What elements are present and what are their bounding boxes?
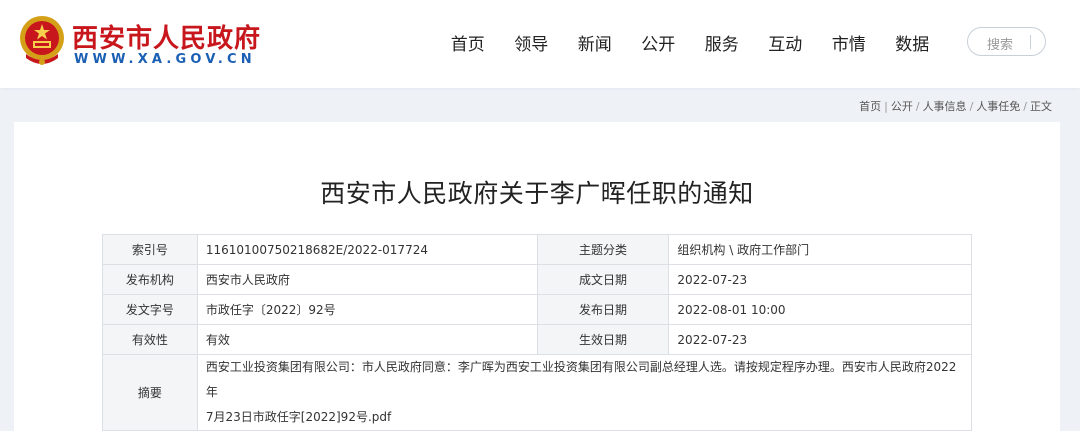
search-divider: [1030, 35, 1031, 49]
nav-item-data[interactable]: 数据: [881, 30, 945, 55]
written-date-value: 2022-07-23: [668, 264, 972, 295]
abstract-attachment-link[interactable]: 7月23日市政任字[2022]92号.pdf: [206, 405, 963, 430]
site-name[interactable]: 西安市人民政府: [72, 18, 261, 55]
nav-item-public[interactable]: 公开: [627, 30, 691, 55]
index-value: 11610100750218682E/2022-017724: [196, 234, 538, 265]
topic-label: 主题分类: [536, 234, 670, 265]
search-placeholder: 搜索: [987, 38, 1014, 53]
article-title: 西安市人民政府关于李广晖任职的通知: [320, 179, 754, 208]
validity-value: 有效: [196, 324, 538, 355]
doc-number-label: 发文字号: [102, 294, 198, 325]
search-input[interactable]: 搜索: [967, 27, 1046, 56]
table-row: 摘要 西安工业投资集团有限公司：市人民政府同意：李广晖为西安工业投资集团有限公司…: [102, 354, 973, 431]
nav-item-home[interactable]: 首页: [436, 30, 500, 55]
abstract-value: 西安工业投资集团有限公司：市人民政府同意：李广晖为西安工业投资集团有限公司副总经…: [196, 354, 973, 431]
nav-item-news[interactable]: 新闻: [563, 30, 627, 55]
table-row: 发文字号 市政任字〔2022〕92号 发布日期 2022-08-01 10:00: [102, 294, 972, 325]
breadcrumb-personnel-info[interactable]: 人事信息: [923, 100, 967, 113]
article-panel: 西安市人民政府关于李广晖任职的通知 索引号 11610100750218682E…: [14, 122, 1060, 431]
abstract-line-1: 西安工业投资集团有限公司：市人民政府同意：李广晖为西安工业投资集团有限公司副总经…: [205, 360, 957, 399]
table-row: 发布机构 西安市人民政府 成文日期 2022-07-23: [102, 264, 972, 295]
table-row: 有效性 有效 生效日期 2022-07-23: [102, 324, 972, 355]
document-metadata-table: 索引号 11610100750218682E/2022-017724 主题分类 …: [102, 234, 973, 431]
site-header: 西安市人民政府 WWW.XA.GOV.CN 首页 领导 新闻 公开 服务 互动 …: [0, 0, 1080, 88]
breadcrumb-home[interactable]: 首页: [859, 100, 881, 113]
effective-date-value: 2022-07-23: [668, 324, 972, 355]
nav-item-leaders[interactable]: 领导: [500, 30, 564, 55]
effective-date-label: 生效日期: [536, 324, 670, 355]
written-date-label: 成文日期: [536, 264, 670, 295]
topic-value: 组织机构 \ 政府工作部门: [668, 234, 972, 265]
publish-date-value: 2022-08-01 10:00: [668, 294, 972, 325]
main-nav: 首页 领导 新闻 公开 服务 互动 市情 数据: [436, 30, 944, 55]
publish-date-label: 发布日期: [536, 294, 670, 325]
table-row: 索引号 11610100750218682E/2022-017724 主题分类 …: [102, 234, 972, 265]
breadcrumb-appointments[interactable]: 人事任免: [976, 100, 1020, 113]
publisher-label: 发布机构: [102, 264, 198, 295]
breadcrumb-current: 正文: [1030, 100, 1052, 113]
abstract-label: 摘要: [102, 354, 198, 431]
breadcrumb: 首页 | 公开 / 人事信息 / 人事任免 / 正文: [859, 100, 1052, 113]
nav-item-city-info[interactable]: 市情: [817, 30, 881, 55]
nav-item-interaction[interactable]: 互动: [754, 30, 818, 55]
national-emblem-icon[interactable]: [18, 14, 66, 70]
publisher-value: 西安市人民政府: [196, 264, 538, 295]
validity-label: 有效性: [102, 324, 198, 355]
nav-item-services[interactable]: 服务: [690, 30, 754, 55]
site-url[interactable]: WWW.XA.GOV.CN: [74, 52, 256, 67]
index-label: 索引号: [102, 234, 198, 265]
breadcrumb-public[interactable]: 公开: [891, 100, 913, 113]
doc-number-value: 市政任字〔2022〕92号: [196, 294, 538, 325]
